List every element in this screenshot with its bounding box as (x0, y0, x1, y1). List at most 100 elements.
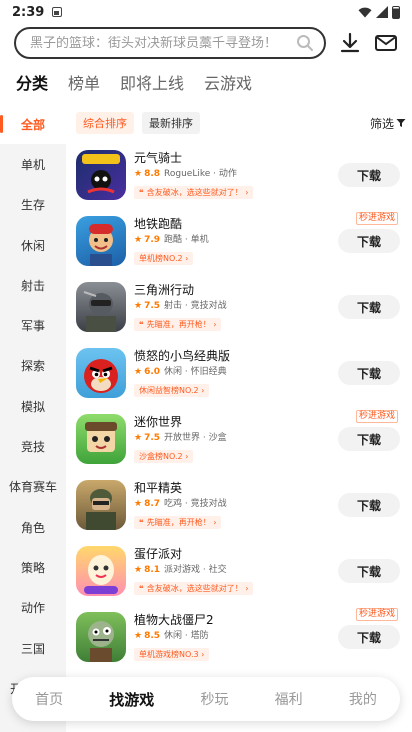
nav-home[interactable]: 首页 (35, 689, 63, 709)
game-meta: ★ 7.5 开放世界 · 沙盒 (134, 432, 338, 444)
game-tag[interactable]: 沙盒榜NO.2 › (134, 450, 194, 463)
game-row[interactable]: 愤怒的小鸟经典版 ★ 6.0 休闲 · 怀旧经典 休闲益智榜NO.2 › 下载 (76, 340, 406, 406)
game-row[interactable]: 和平精英 ★ 8.7 吃鸡 · 竞技对战 ❝ 先瞄准，再开枪！ › 下载 (76, 472, 406, 538)
game-genres: 休闲 · 塔防 (164, 631, 209, 641)
game-rating: 7.5 (144, 301, 161, 311)
game-tag[interactable]: 休闲益智榜NO.2 › (134, 384, 210, 397)
sidebar-item-military[interactable]: 军事 (0, 305, 66, 345)
game-rating: 7.9 (144, 235, 161, 245)
status-bar: 2:39 (0, 0, 412, 24)
download-button[interactable]: 下载 (338, 163, 400, 187)
game-tag[interactable]: ❝ 含友破冰，选这些就对了！ › (134, 582, 254, 595)
star-icon: ★ (134, 499, 143, 509)
game-row[interactable]: 元气骑士 ★ 8.8 RogueLike · 动作 ❝ 含友破冰，选这些就对了！ › … (76, 142, 406, 208)
download-button[interactable]: 下载 (338, 427, 400, 451)
game-icon-soul-knight (76, 150, 126, 200)
search-box[interactable] (14, 27, 327, 59)
game-info: 地铁跑酷 ★ 7.9 跑酷 · 单机 单机榜NO.2 › (134, 217, 338, 265)
download-button[interactable]: 下载 (338, 229, 400, 253)
game-name: 愤怒的小鸟经典版 (134, 349, 231, 363)
game-tag[interactable]: ❝ 先瞄准，再开枪！ › (134, 318, 222, 331)
battery-icon (392, 5, 400, 19)
game-info: 元气骑士 ★ 8.8 RogueLike · 动作 ❝ 含友破冰，选这些就对了！ › (134, 151, 338, 199)
signal-icon (376, 6, 388, 18)
game-meta: ★ 8.8 RogueLike · 动作 (134, 168, 338, 180)
nav-rewards[interactable]: 福利 (275, 689, 303, 709)
star-icon: ★ (134, 367, 143, 377)
game-tag[interactable]: ❝ 含友破冰，选这些就对了！ › (134, 186, 254, 199)
tab-category[interactable]: 分类 (16, 70, 48, 100)
quote-icon: ❝ (139, 320, 144, 329)
sidebar-item-exploration[interactable]: 探索 (0, 346, 66, 386)
download-button[interactable]: 下载 (338, 493, 400, 517)
game-tag-text: 含友破冰，选这些就对了！ (146, 188, 243, 197)
sidebar-item-competitive[interactable]: 竞技 (0, 426, 66, 466)
download-button[interactable]: 下载 (338, 295, 400, 319)
game-name: 和平精英 (134, 481, 183, 495)
game-name: 植物大战僵尸2 (134, 613, 214, 627)
game-row[interactable]: 蛋仔派对 ★ 8.1 派对游戏 · 社交 ❝ 含友破冰，选这些就对了！ › 下载 (76, 538, 406, 604)
star-icon: ★ (134, 631, 143, 641)
game-tag[interactable]: 单机游戏榜NO.3 › (134, 648, 210, 661)
download-button[interactable]: 下载 (338, 361, 400, 385)
instant-play-badge: 秒进游戏 (355, 608, 398, 621)
sidebar-item-rpg[interactable]: 角色 (0, 507, 66, 547)
game-info: 三角洲行动 ★ 7.5 射击 · 竞技对战 ❝ 先瞄准，再开枪！ › (134, 283, 338, 331)
sidebar-item-survival[interactable]: 生存 (0, 185, 66, 225)
instant-play-badge: 秒进游戏 (355, 410, 398, 423)
game-info: 和平精英 ★ 8.7 吃鸡 · 竞技对战 ❝ 先瞄准，再开枪！ › (134, 481, 338, 529)
game-tag-text: 休闲益智榜NO.2 (139, 386, 199, 395)
quote-icon: ❝ (139, 188, 144, 197)
quote-icon: ❝ (139, 518, 144, 527)
sidebar-item-all[interactable]: 全部 (0, 104, 66, 145)
mail-icon (375, 35, 397, 51)
game-rating: 8.5 (144, 631, 161, 641)
game-icon-plants-vs-zombies-2 (76, 612, 126, 662)
tab-upcoming[interactable]: 即将上线 (120, 70, 184, 100)
game-genres: 开放世界 · 沙盒 (164, 433, 227, 443)
sidebar-item-sports-racing[interactable]: 体育赛车 (0, 467, 66, 507)
game-tag[interactable]: 单机榜NO.2 › (134, 252, 194, 265)
search-icon[interactable] (296, 34, 314, 52)
game-icon-delta-force (76, 282, 126, 332)
sidebar-item-strategy[interactable]: 策略 (0, 547, 66, 587)
game-tag[interactable]: ❝ 先瞄准，再开枪！ › (134, 516, 222, 529)
game-rating: 6.0 (144, 367, 161, 377)
game-tag-text: 单机游戏榜NO.3 (139, 650, 199, 659)
game-info: 蛋仔派对 ★ 8.1 派对游戏 · 社交 ❝ 含友破冰，选这些就对了！ › (134, 547, 338, 595)
search-row (0, 26, 412, 60)
sort-latest-chip[interactable]: 最新排序 (142, 112, 200, 134)
nav-profile[interactable]: 我的 (349, 689, 377, 709)
messages-button[interactable] (374, 31, 398, 55)
game-row[interactable]: 植物大战僵尸2 ★ 8.5 休闲 · 塔防 单机游戏榜NO.3 › 秒进游戏 下载 (76, 604, 406, 670)
game-name: 地铁跑酷 (134, 217, 183, 231)
sidebar-item-single-player[interactable]: 单机 (0, 144, 66, 184)
game-row[interactable]: 迷你世界 ★ 7.5 开放世界 · 沙盒 沙盒榜NO.2 › 秒进游戏 下载 (76, 406, 406, 472)
download-button[interactable]: 下载 (338, 625, 400, 649)
status-icons (358, 5, 400, 19)
tab-rankings[interactable]: 榜单 (68, 70, 100, 100)
game-meta: ★ 6.0 休闲 · 怀旧经典 (134, 366, 338, 378)
filter-button[interactable]: 筛选 (370, 115, 406, 132)
game-tag-text: 含友破冰，选这些就对了！ (146, 584, 243, 593)
nav-find-games[interactable]: 找游戏 (109, 689, 154, 710)
sort-default-chip[interactable]: 综合排序 (76, 112, 134, 134)
sidebar-item-three-kingdoms[interactable]: 三国 (0, 628, 66, 668)
download-manager-button[interactable] (338, 31, 362, 55)
game-icon-eggy-party (76, 546, 126, 596)
download-button[interactable]: 下载 (338, 559, 400, 583)
sidebar-item-simulation[interactable]: 模拟 (0, 386, 66, 426)
tab-cloud-games[interactable]: 云游戏 (204, 70, 252, 100)
game-row[interactable]: 地铁跑酷 ★ 7.9 跑酷 · 单机 单机榜NO.2 › 秒进游戏 下载 (76, 208, 406, 274)
game-row[interactable]: 三角洲行动 ★ 7.5 射击 · 竞技对战 ❝ 先瞄准，再开枪！ › 下载 (76, 274, 406, 340)
bottom-nav: 首页 找游戏 秒玩 福利 我的 (12, 677, 400, 721)
game-genres: 跑酷 · 单机 (164, 235, 209, 245)
nav-instant-play[interactable]: 秒玩 (200, 689, 228, 709)
category-tabs: 分类 榜单 即将上线 云游戏 (16, 70, 252, 100)
sort-filter-bar: 综合排序 最新排序 筛选 (76, 112, 406, 134)
sidebar-item-shooter[interactable]: 射击 (0, 265, 66, 305)
sidebar-item-action[interactable]: 动作 (0, 588, 66, 628)
game-meta: ★ 8.1 派对游戏 · 社交 (134, 564, 338, 576)
sidebar-item-casual[interactable]: 休闲 (0, 225, 66, 265)
search-input[interactable] (30, 35, 297, 51)
